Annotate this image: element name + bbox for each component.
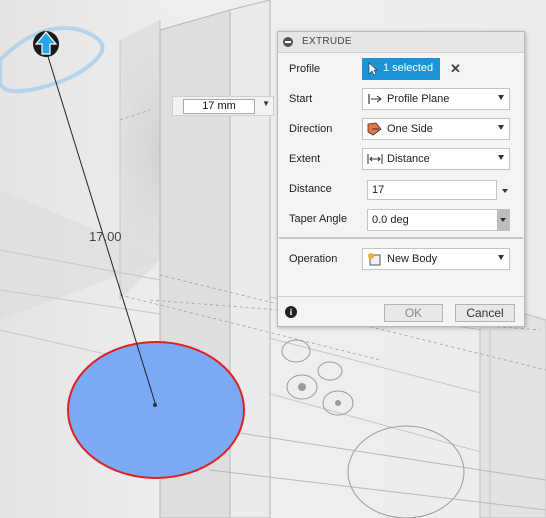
extrude-panel: EXTRUDE Profile 1 selected ✕ Start Profi… bbox=[277, 31, 525, 327]
chevron-down-icon bbox=[498, 95, 504, 100]
panel-titlebar[interactable]: EXTRUDE bbox=[278, 32, 524, 53]
dimension-label: 17.00 bbox=[89, 229, 122, 244]
distance-dimension-input[interactable]: 17 mm ▼ bbox=[172, 96, 274, 116]
distance-value: 17 bbox=[372, 184, 385, 196]
panel-footer: i OK Cancel bbox=[278, 296, 524, 327]
chevron-down-icon bbox=[498, 155, 504, 160]
operation-select[interactable]: New Body bbox=[362, 248, 510, 270]
operation-label: Operation bbox=[289, 253, 338, 265]
new-body-icon bbox=[368, 253, 381, 266]
info-icon[interactable]: i bbox=[285, 306, 297, 318]
row-taper-angle: Taper Angle 0.0 deg bbox=[278, 206, 524, 232]
extent-select[interactable]: Distance bbox=[362, 148, 510, 170]
taper-angle-label: Taper Angle bbox=[289, 213, 348, 225]
cancel-button[interactable]: Cancel bbox=[455, 304, 515, 322]
distance-label: Distance bbox=[289, 183, 332, 195]
taper-angle-value: 0.0 deg bbox=[372, 214, 409, 226]
profile-label: Profile bbox=[289, 63, 321, 75]
row-start: Start Profile Plane bbox=[278, 86, 524, 112]
profile-select-button[interactable]: 1 selected bbox=[362, 58, 440, 80]
profile-plane-icon bbox=[368, 94, 382, 104]
chevron-down-icon[interactable] bbox=[497, 210, 509, 230]
ok-button[interactable]: OK bbox=[384, 304, 443, 322]
start-value: Profile Plane bbox=[387, 93, 450, 105]
row-direction: Direction One Side bbox=[278, 116, 524, 142]
clear-selection-icon[interactable]: ✕ bbox=[450, 61, 461, 77]
row-extent: Extent Distance bbox=[278, 146, 524, 172]
extent-value: Distance bbox=[387, 153, 430, 165]
direction-value: One Side bbox=[387, 123, 433, 135]
panel-title: EXTRUDE bbox=[302, 36, 352, 47]
one-side-icon bbox=[367, 122, 382, 136]
chevron-down-icon bbox=[498, 255, 504, 260]
selected-profile[interactable] bbox=[67, 341, 245, 479]
start-label: Start bbox=[289, 93, 313, 105]
extrude-arrow-handle[interactable] bbox=[33, 31, 59, 57]
cursor-icon bbox=[368, 62, 378, 76]
chevron-down-icon bbox=[498, 125, 504, 130]
chevron-down-icon[interactable] bbox=[502, 189, 508, 193]
chevron-down-icon[interactable]: ▼ bbox=[262, 99, 270, 108]
operation-value: New Body bbox=[387, 253, 438, 265]
row-profile: Profile 1 selected ✕ bbox=[278, 56, 524, 82]
taper-angle-input[interactable]: 0.0 deg bbox=[367, 209, 510, 231]
distance-icon bbox=[367, 154, 383, 164]
distance-input[interactable]: 17 bbox=[367, 180, 508, 200]
row-distance: Distance 17 bbox=[278, 176, 524, 202]
direction-select[interactable]: One Side bbox=[362, 118, 510, 140]
profile-value: 1 selected bbox=[383, 62, 434, 74]
collapse-icon[interactable] bbox=[283, 37, 293, 47]
extent-label: Extent bbox=[289, 153, 321, 165]
start-select[interactable]: Profile Plane bbox=[362, 88, 510, 110]
divider bbox=[279, 237, 523, 239]
direction-label: Direction bbox=[289, 123, 333, 135]
row-operation: Operation New Body bbox=[278, 246, 524, 272]
dimension-value[interactable]: 17 mm bbox=[183, 99, 255, 114]
